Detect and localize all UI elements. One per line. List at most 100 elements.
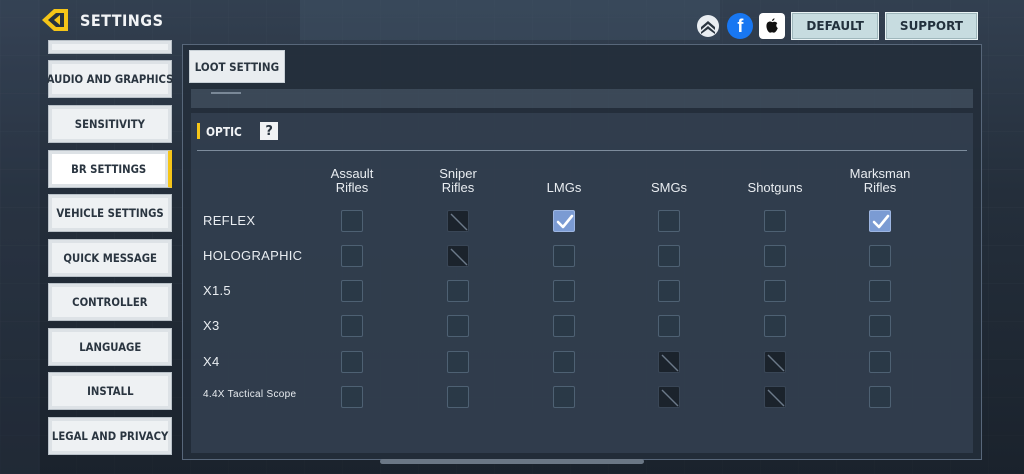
sidebar-item-controller[interactable]: CONTROLLER	[48, 283, 172, 321]
optic-checkbox[interactable]	[553, 315, 575, 337]
optic-checkbox[interactable]	[869, 210, 891, 232]
column-header-line: Shotguns	[747, 180, 803, 195]
column-header-line: Marksman	[849, 166, 911, 181]
column-header: Assault Rifles	[307, 167, 397, 195]
row-label: X4	[203, 354, 220, 369]
column-header: Shotguns	[730, 167, 820, 195]
optic-checkbox[interactable]	[447, 386, 469, 408]
optic-checkbox[interactable]	[447, 280, 469, 302]
optic-checkbox[interactable]	[869, 351, 891, 373]
column-header: Sniper Rifles	[413, 167, 503, 195]
section-title: OPTIC	[206, 123, 242, 139]
column-header-line: LMGs	[546, 180, 582, 195]
optic-checkbox	[447, 245, 469, 267]
settings-panel: LOOT SETTING OPTIC ? Assault Rifles Sniper…	[182, 44, 982, 460]
optic-checkbox	[764, 351, 786, 373]
column-header-line: Rifles	[863, 180, 897, 195]
sidebar-item-label: CONTROLLER	[72, 295, 148, 309]
optic-checkbox[interactable]	[658, 280, 680, 302]
optic-checkbox[interactable]	[658, 210, 680, 232]
row-label: X1.5	[203, 283, 231, 298]
background-shape	[300, 0, 720, 40]
sidebar-item-audio-graphics[interactable]: AUDIO AND GRAPHICS	[47, 60, 173, 98]
back-button[interactable]	[40, 7, 70, 33]
optic-checkbox[interactable]	[869, 280, 891, 302]
sidebar-item-label: INSTALL	[86, 384, 134, 398]
optic-checkbox[interactable]	[869, 386, 891, 408]
optic-checkbox[interactable]	[869, 245, 891, 267]
optic-checkbox[interactable]	[553, 386, 575, 408]
apple-icon	[766, 18, 779, 33]
sidebar-item-label: QUICK MESSAGE	[63, 251, 157, 265]
sidebar-item-br-settings[interactable]: BR SETTINGS	[48, 150, 172, 188]
help-icon[interactable]: ?	[260, 122, 279, 140]
sidebar-item-install[interactable]: INSTALL	[48, 372, 172, 410]
column-header: Marksman Rifles	[835, 167, 925, 195]
column-header-line: Rifles	[441, 180, 475, 195]
rank-button[interactable]	[695, 13, 721, 39]
optic-checkbox[interactable]	[553, 280, 575, 302]
horizontal-scrollbar[interactable]	[380, 459, 644, 464]
optic-checkbox[interactable]	[764, 245, 786, 267]
disabled-slash-icon	[767, 354, 785, 372]
disabled-slash-icon	[450, 248, 468, 266]
optic-checkbox[interactable]	[447, 351, 469, 373]
collapsed-section	[191, 89, 973, 108]
optic-checkbox[interactable]	[553, 351, 575, 373]
optic-checkbox[interactable]	[658, 245, 680, 267]
optic-checkbox[interactable]	[869, 315, 891, 337]
sidebar-item-label: BR SETTINGS	[70, 162, 147, 176]
optic-checkbox[interactable]	[341, 210, 363, 232]
default-button[interactable]: DEFAULT	[791, 12, 879, 40]
optic-checkbox[interactable]	[764, 280, 786, 302]
back-arrow-icon	[42, 9, 68, 31]
optic-checkbox	[447, 210, 469, 232]
column-header: LMGs	[519, 167, 609, 195]
header: SETTINGS	[40, 6, 173, 34]
top-right-toolbar: f DEFAULT SUPPORT	[695, 12, 978, 40]
optic-checkbox[interactable]	[341, 351, 363, 373]
optic-checkbox[interactable]	[341, 280, 363, 302]
optic-checkbox[interactable]	[341, 315, 363, 337]
section-header: OPTIC ?	[197, 122, 279, 140]
disabled-slash-icon	[661, 354, 679, 372]
column-header-line: Sniper	[439, 166, 477, 181]
optic-checkbox[interactable]	[658, 315, 680, 337]
sidebar-item-label: SENSITIVITY	[74, 117, 146, 131]
optic-checkbox[interactable]	[447, 315, 469, 337]
column-header-line	[624, 167, 714, 181]
optic-section: OPTIC ? Assault Rifles Sniper Rifles LMGs SMG…	[191, 113, 973, 453]
optic-checkbox[interactable]	[553, 245, 575, 267]
column-header-line: Rifles	[335, 180, 369, 195]
tab-loot-setting[interactable]: LOOT SETTING	[189, 50, 285, 83]
optic-checkbox[interactable]	[764, 210, 786, 232]
facebook-button[interactable]: f	[727, 13, 754, 39]
optic-checkbox	[658, 386, 680, 408]
facebook-icon: f	[737, 15, 744, 36]
sidebar-item-label: LEGAL AND PRIVACY	[51, 429, 169, 443]
row-label: 4.4X Tactical Scope	[203, 389, 297, 400]
sidebar-item-quick-message[interactable]: QUICK MESSAGE	[48, 239, 172, 277]
background-shape	[0, 0, 40, 474]
sidebar-item-partial[interactable]	[48, 40, 172, 54]
optic-checkbox[interactable]	[341, 386, 363, 408]
support-button[interactable]: SUPPORT	[884, 12, 978, 40]
optic-checkbox[interactable]	[764, 315, 786, 337]
column-header-line: SMGs	[650, 180, 688, 195]
section-accent	[197, 123, 200, 139]
column-header-line	[519, 167, 609, 181]
sidebar-item-language[interactable]: LANGUAGE	[48, 328, 172, 366]
apple-button[interactable]	[759, 13, 786, 39]
sidebar-item-sensitivity[interactable]: SENSITIVITY	[48, 105, 172, 143]
sidebar-item-label: VEHICLE SETTINGS	[56, 206, 164, 220]
checkmark-icon	[872, 214, 890, 229]
section-divider	[197, 150, 967, 151]
column-header-line	[730, 167, 820, 181]
sidebar-item-legal-privacy[interactable]: LEGAL AND PRIVACY	[48, 417, 172, 455]
optic-checkbox	[658, 351, 680, 373]
sidebar-item-vehicle-settings[interactable]: VEHICLE SETTINGS	[48, 194, 172, 232]
optic-checkbox[interactable]	[553, 210, 575, 232]
disabled-slash-icon	[767, 389, 785, 407]
column-header: SMGs	[624, 167, 714, 195]
optic-checkbox[interactable]	[341, 245, 363, 267]
